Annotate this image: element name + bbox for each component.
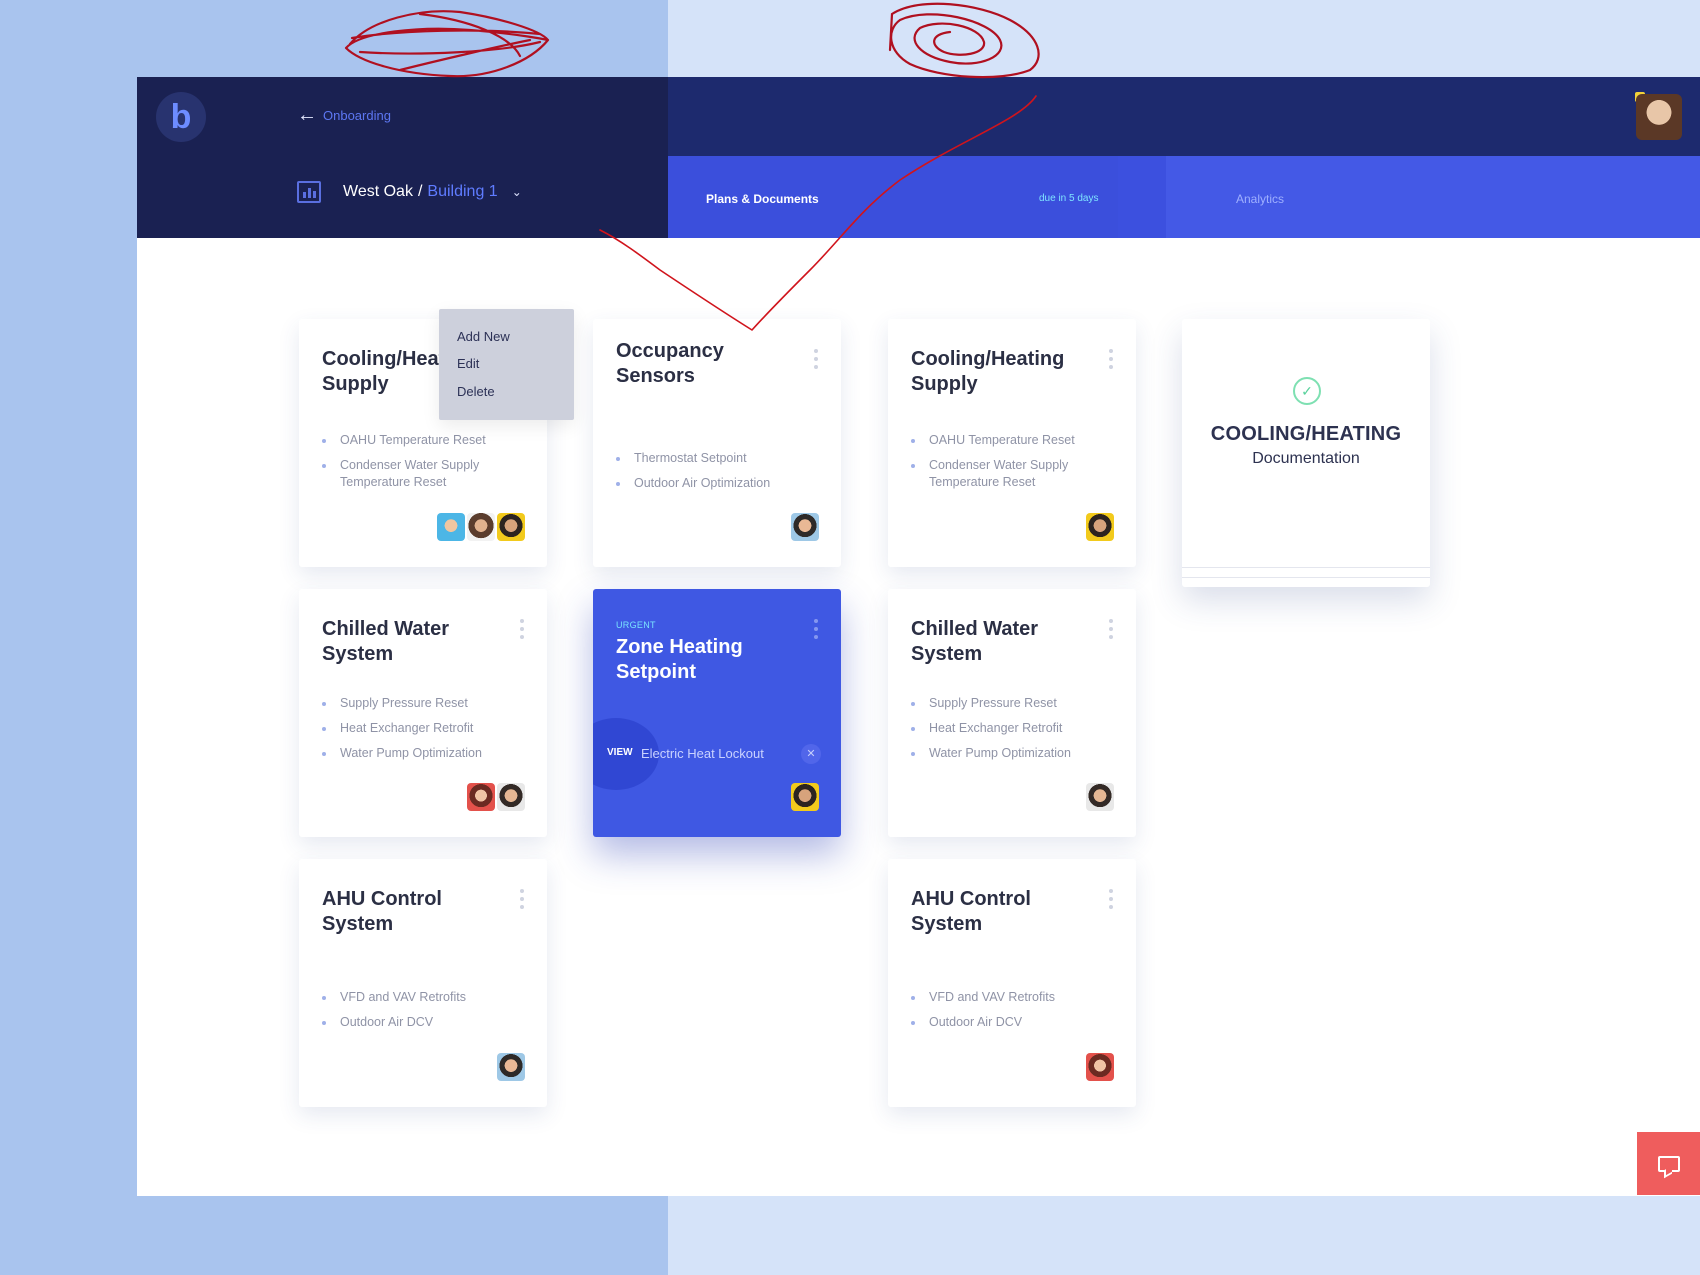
card-item-list: Thermostat Setpoint Outdoor Air Optimiza… <box>616 450 826 500</box>
breadcrumb[interactable]: West Oak / Building 1 ⌄ <box>297 181 522 203</box>
list-item: Condenser Water Supply Temperature Reset <box>322 457 532 491</box>
tab-divider <box>1118 156 1166 238</box>
menu-item-delete[interactable]: Delete <box>457 384 495 399</box>
assignee-avatars <box>497 1053 525 1081</box>
card-ahu-control-system[interactable]: AHU Control System VFD and VAV Retrofits… <box>299 859 547 1107</box>
card-title: Occupancy Sensors <box>616 340 724 387</box>
card-title: Chilled Water System <box>322 618 450 665</box>
tab-plans-documents[interactable]: Plans & Documents due in 5 days <box>668 156 1118 238</box>
assignee-avatars <box>1086 1053 1114 1081</box>
list-item: Outdoor Air DCV <box>322 1014 532 1031</box>
card-ahu-control-system[interactable]: AHU Control System VFD and VAV Retrofits… <box>888 859 1136 1107</box>
card-chilled-water-system[interactable]: Chilled Water System Supply Pressure Res… <box>888 589 1136 837</box>
divider <box>1182 577 1430 578</box>
tab-plans-label: Plans & Documents <box>706 192 819 206</box>
context-menu: Add New Edit Delete <box>439 309 574 420</box>
list-item: Outdoor Air DCV <box>911 1014 1121 1031</box>
breadcrumb-site: West Oak <box>343 183 413 200</box>
documentation-card[interactable]: ✓ COOLING/HEATING Documentation <box>1182 319 1430 587</box>
list-item: Condenser Water Supply Temperature Reset <box>911 457 1121 491</box>
list-item: Heat Exchanger Retrofit <box>911 720 1121 737</box>
view-description: Electric Heat Lockout <box>641 746 764 761</box>
more-menu-icon[interactable] <box>813 619 819 643</box>
assignee-avatars <box>437 513 525 541</box>
sidebar-header: b ← Onboarding West Oak / Building 1 ⌄ <box>137 77 668 238</box>
card-item-list: VFD and VAV Retrofits Outdoor Air DCV <box>911 989 1121 1039</box>
card-item-list: OAHU Temperature Reset Condenser Water S… <box>322 432 532 499</box>
card-item-list: OAHU Temperature Reset Condenser Water S… <box>911 432 1121 499</box>
avatar[interactable] <box>437 513 465 541</box>
card-zone-heating-setpoint[interactable]: URGENT Zone Heating Setpoint VIEW Electr… <box>593 589 841 837</box>
close-icon[interactable]: ✕ <box>801 744 821 764</box>
due-badge: due in 5 days <box>1039 193 1099 204</box>
card-item-list: VFD and VAV Retrofits Outdoor Air DCV <box>322 989 532 1039</box>
chevron-down-icon[interactable]: ⌄ <box>512 185 522 199</box>
assignee-avatars <box>467 783 525 811</box>
more-menu-icon[interactable] <box>1108 349 1114 373</box>
more-menu-icon[interactable] <box>519 619 525 643</box>
chat-bubble-icon <box>1657 1155 1680 1172</box>
list-item: Thermostat Setpoint <box>616 450 826 467</box>
card-title: Zone Heating Setpoint <box>616 636 743 683</box>
card-item-list: Supply Pressure Reset Heat Exchanger Ret… <box>911 695 1121 770</box>
avatar[interactable] <box>497 783 525 811</box>
avatar[interactable] <box>1086 783 1114 811</box>
more-menu-icon[interactable] <box>1108 889 1114 913</box>
assignee-avatars <box>791 513 819 541</box>
card-title: Chilled Water System <box>911 618 1039 665</box>
card-occupancy-sensors[interactable]: Occupancy Sensors Thermostat Setpoint Ou… <box>593 319 841 567</box>
arrow-left-icon: ← <box>297 104 317 126</box>
avatar[interactable] <box>497 1053 525 1081</box>
logo[interactable]: b <box>156 92 206 142</box>
back-link[interactable]: ← Onboarding <box>297 105 391 125</box>
list-item: OAHU Temperature Reset <box>322 432 532 449</box>
tab-bar: Plans & Documents due in 5 days Analytic… <box>668 156 1700 238</box>
card-cooling-heating-supply[interactable]: Cooling/Heating Supply OAHU Temperature … <box>888 319 1136 567</box>
building-icon <box>297 181 321 203</box>
documentation-heading: COOLING/HEATING <box>1210 423 1402 445</box>
documentation-subheading: Documentation <box>1252 450 1360 467</box>
list-item: Outdoor Air Optimization <box>616 475 826 492</box>
card-title: Cooling/Heating Supply <box>911 348 1065 395</box>
assignee-avatars <box>1086 783 1114 811</box>
avatar[interactable] <box>467 513 495 541</box>
list-item: Heat Exchanger Retrofit <box>322 720 532 737</box>
avatar[interactable] <box>791 513 819 541</box>
menu-item-edit[interactable]: Edit <box>457 356 479 371</box>
avatar[interactable] <box>1086 513 1114 541</box>
list-item: VFD and VAV Retrofits <box>322 989 532 1006</box>
card-item-list: Supply Pressure Reset Heat Exchanger Ret… <box>322 695 532 770</box>
divider <box>1182 567 1430 568</box>
list-item: OAHU Temperature Reset <box>911 432 1121 449</box>
assignee-avatars <box>1086 513 1114 541</box>
top-bar <box>668 77 1700 156</box>
chat-button[interactable] <box>1637 1132 1700 1195</box>
card-chilled-water-system[interactable]: Chilled Water System Supply Pressure Res… <box>299 589 547 837</box>
menu-item-add-new[interactable]: Add New <box>457 329 510 344</box>
more-menu-icon[interactable] <box>519 889 525 913</box>
user-avatar[interactable] <box>1636 94 1682 140</box>
card-title: AHU Control System <box>322 888 442 935</box>
check-circle-icon: ✓ <box>1293 377 1321 405</box>
breadcrumb-separator: / <box>417 183 423 200</box>
avatar[interactable] <box>791 783 819 811</box>
list-item: Water Pump Optimization <box>911 745 1121 762</box>
breadcrumb-building: Building 1 <box>427 183 498 200</box>
assignee-avatars <box>791 783 819 811</box>
more-menu-icon[interactable] <box>813 349 819 373</box>
card-title: AHU Control System <box>911 888 1031 935</box>
urgent-tag: URGENT <box>616 620 656 630</box>
tab-analytics[interactable]: Analytics <box>1236 192 1284 206</box>
more-menu-icon[interactable] <box>1108 619 1114 643</box>
list-item: Supply Pressure Reset <box>911 695 1121 712</box>
avatar[interactable] <box>1086 1053 1114 1081</box>
list-item: VFD and VAV Retrofits <box>911 989 1121 1006</box>
back-label: Onboarding <box>323 107 391 123</box>
avatar[interactable] <box>497 513 525 541</box>
view-button[interactable]: VIEW <box>607 747 633 758</box>
list-item: Water Pump Optimization <box>322 745 532 762</box>
list-item: Supply Pressure Reset <box>322 695 532 712</box>
avatar[interactable] <box>467 783 495 811</box>
